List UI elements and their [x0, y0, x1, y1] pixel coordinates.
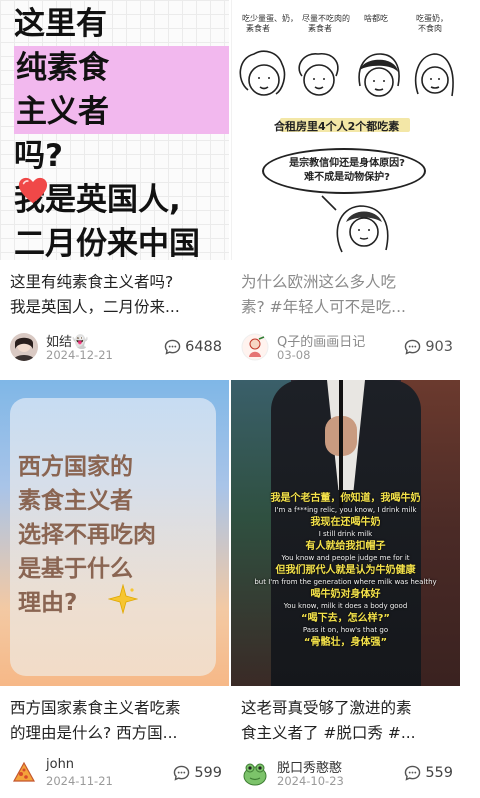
- doodle-notes: 吃少量蛋、奶， 素食者 尽量不吃肉的 素食者 啥都吃 吃蛋奶， 不食肉: [238, 14, 460, 42]
- note-cover-image[interactable]: 这里有 纯素食 主义者 吗? 我是英国人, 二月份来中国: [0, 0, 229, 260]
- note-cover-video[interactable]: 我是个老古董，你知道，我喝牛奶 I'm a f***ing relic, you…: [231, 380, 460, 686]
- cover-text: 这里有 纯素食 主义者 吗? 我是英国人, 二月份来中国: [14, 2, 229, 260]
- note-cover-image[interactable]: 西方国家的 素食主义者 选择不再吃肉 是基于什么 理由?: [0, 380, 229, 686]
- subtitle-zh: 但我们那代人就是认为牛奶健康: [275, 565, 416, 576]
- note-card[interactable]: 西方国家的 素食主义者 选择不再吃肉 是基于什么 理由? 西方国家素食主义者吃素…: [0, 380, 229, 788]
- post-date: 2024-11-21: [46, 774, 113, 788]
- doodle-note: 不食肉: [418, 24, 442, 33]
- comment-count[interactable]: 599: [173, 764, 222, 782]
- speech-bubble-line: 难不成是动物保护?: [304, 172, 390, 183]
- note-card[interactable]: 这里有 纯素食 主义者 吗? 我是英国人, 二月份来中国 这里有纯素食主义者吗? 我…: [0, 0, 229, 362]
- note-title-line: 这里有纯素食主义者吗?: [10, 273, 174, 291]
- doodle-note: 吃少量蛋、奶，: [242, 14, 298, 23]
- note-title-line: 为什么欧洲这么多人吃: [241, 273, 397, 291]
- cover-text-line: 素食主义者: [18, 488, 133, 514]
- note-title-line: 的理由是什么? 西方国...: [10, 724, 178, 742]
- speech-bubble-line: 是宗教信仰还是身体原因?: [289, 158, 405, 169]
- comment-count[interactable]: 6488: [164, 338, 222, 356]
- cover-text-line: 选择不再吃肉: [18, 522, 156, 548]
- doodle-person-illustration: [321, 195, 389, 253]
- note-title[interactable]: 这老哥真受够了激进的素 食主义者了 #脱口秀 #...: [241, 696, 453, 746]
- subtitle-zh: 我现在还喝牛奶: [310, 517, 381, 528]
- note-card[interactable]: 我是个老古董，你知道，我喝牛奶 I'm a f***ing relic, you…: [231, 380, 460, 788]
- subtitle-en: I'm a f***ing relic, you know, I drink m…: [274, 506, 417, 514]
- subtitle-zh: 喝牛奶对身体好: [310, 589, 381, 600]
- comment-count[interactable]: 559: [404, 764, 453, 782]
- note-cover-image[interactable]: 吃少量蛋、奶， 素食者 尽量不吃肉的 素食者 啥都吃 吃蛋奶， 不食肉 合租房里…: [231, 0, 460, 260]
- speech-bubble-text: 是宗教信仰还是身体原因? 难不成是动物保护?: [272, 157, 422, 185]
- note-card[interactable]: 吃少量蛋、奶， 素食者 尽量不吃肉的 素食者 啥都吃 吃蛋奶， 不食肉 合租房里…: [231, 0, 460, 362]
- note-meta: john 2024-11-21 599: [10, 756, 222, 790]
- doodle-note: 啥都吃: [364, 14, 388, 23]
- note-feed: 这里有 纯素食 主义者 吗? 我是英国人, 二月份来中国 这里有纯素食主义者吗? 我…: [0, 0, 480, 798]
- note-title[interactable]: 西方国家素食主义者吃素 的理由是什么? 西方国...: [10, 696, 222, 746]
- avatar[interactable]: [10, 333, 38, 361]
- cover-text-line: 这里有: [14, 6, 107, 42]
- note-meta: 脱口秀憨憨 2024-10-23 559: [241, 756, 453, 790]
- cover-text-highlight: 主义者: [14, 90, 229, 134]
- note-title-line: 素? #年轻人可不是吃...: [241, 298, 406, 316]
- comment-count[interactable]: 903: [404, 338, 453, 356]
- post-date: 2024-12-21: [46, 348, 113, 362]
- avatar[interactable]: [241, 333, 269, 361]
- note-title[interactable]: 为什么欧洲这么多人吃 素? #年轻人可不是吃...: [241, 270, 453, 320]
- cover-text-line: 吗?: [14, 138, 63, 174]
- note-meta: 如结👻 2024-12-21 6488: [10, 330, 222, 364]
- subtitle-en: I still drink milk: [318, 530, 373, 538]
- comment-icon: [405, 339, 421, 355]
- comment-count-value: 6488: [185, 339, 222, 355]
- video-subtitles: 我是个老古董，你知道，我喝牛奶 I'm a f***ing relic, you…: [233, 492, 458, 649]
- cover-text-line: 二月份来中国: [14, 226, 200, 260]
- subtitle-zh: “骨骼壮，身体强”: [303, 637, 388, 648]
- doodle-note: 尽量不吃肉的: [302, 14, 350, 23]
- cover-text-line: 是基于什么: [18, 556, 133, 582]
- comment-icon: [164, 339, 181, 355]
- heart-icon: [18, 177, 48, 204]
- note-title-line: 食主义者了 #脱口秀 #...: [241, 724, 416, 742]
- author-name[interactable]: john: [46, 757, 74, 772]
- cover-text-line: 西方国家的: [18, 454, 133, 480]
- avatar[interactable]: [10, 759, 38, 787]
- doodle-note: 素食者: [246, 24, 270, 33]
- subtitle-en: Pass it on, how's that go: [302, 626, 389, 634]
- subtitle-zh: 有人就给我扣帽子: [305, 541, 386, 552]
- comment-icon: [174, 765, 190, 781]
- note-title-line: 这老哥真受够了激进的素: [241, 699, 412, 717]
- comment-count-value: 903: [425, 339, 453, 355]
- subtitle-zh: “喝下去，怎么样?”: [301, 613, 390, 624]
- cover-text-highlight: 纯素食: [14, 46, 229, 90]
- microphone-stand: [339, 380, 343, 510]
- note-meta: Q子的画画日记 03-08 903: [241, 330, 453, 364]
- note-title-line: 西方国家素食主义者吃素: [10, 699, 181, 717]
- comment-icon: [405, 765, 421, 781]
- subtitle-en: You know, milk it does a body good: [283, 602, 408, 610]
- note-title-line: 我是英国人，二月份来...: [10, 298, 180, 316]
- post-date: 03-08: [277, 348, 311, 362]
- comment-count-value: 599: [194, 765, 222, 781]
- doodle-caption: 合租房里4个人2个都吃素: [274, 120, 400, 133]
- subtitle-en: but I'm from the generation where milk w…: [254, 578, 437, 586]
- subtitle-en: You know and people judge me for it: [281, 554, 410, 562]
- doodle-note: 吃蛋奶，: [416, 14, 448, 23]
- avatar[interactable]: [241, 759, 269, 787]
- post-date: 2024-10-23: [277, 774, 344, 788]
- comment-count-value: 559: [425, 765, 453, 781]
- note-title[interactable]: 这里有纯素食主义者吗? 我是英国人，二月份来...: [10, 270, 222, 320]
- sparkle-icon: [108, 584, 138, 614]
- doodle-faces-illustration: [239, 50, 454, 97]
- doodle-note: 素食者: [308, 24, 332, 33]
- subtitle-zh: 我是个老古董，你知道，我喝牛奶: [270, 493, 421, 504]
